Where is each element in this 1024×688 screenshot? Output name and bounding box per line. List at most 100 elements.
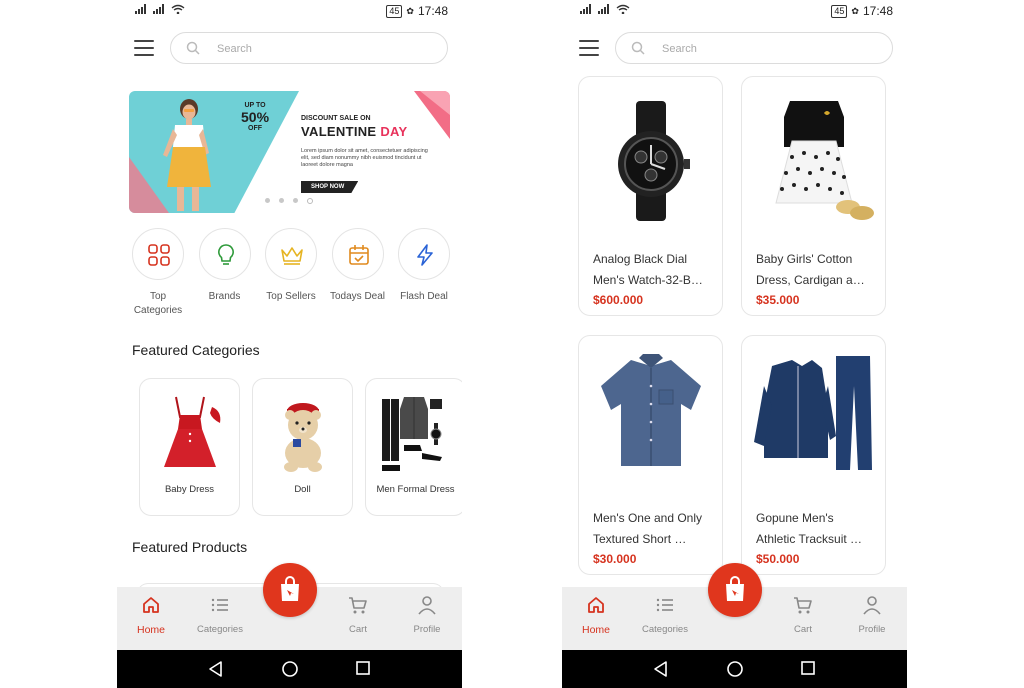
signal-icon <box>580 4 591 14</box>
search-icon <box>631 41 645 55</box>
home-icon <box>588 597 604 613</box>
nav-cart-label: Cart <box>349 624 367 635</box>
android-navigation-bar <box>562 650 907 688</box>
shop-fab-button[interactable] <box>263 563 317 617</box>
status-bar: 45 ✿ 17:48 <box>117 0 462 24</box>
shop-fab-button[interactable] <box>708 563 762 617</box>
search-input[interactable] <box>215 39 419 59</box>
search-input[interactable] <box>660 39 864 59</box>
recents-icon[interactable] <box>355 660 371 676</box>
quick-item-flash-deal[interactable]: Flash Deal <box>393 228 455 318</box>
status-time: 17:48 <box>417 4 448 18</box>
profile-icon <box>418 596 436 615</box>
nav-profile[interactable]: Profile <box>397 595 457 635</box>
featured-categories-list: Baby Dress Doll Men Formal Dress <box>139 378 462 516</box>
category-card-baby-dress[interactable]: Baby Dress <box>139 378 240 516</box>
home-circle-icon[interactable] <box>281 660 299 678</box>
carousel-dot[interactable] <box>293 198 298 203</box>
nav-cart-label: Cart <box>794 624 812 635</box>
formal-wear-image <box>382 397 442 471</box>
crown-icon <box>281 247 303 265</box>
signal-icon <box>135 4 146 14</box>
product-name: Analog Black Dial Men's Watch-32-B… <box>593 252 703 287</box>
baby-dress-image <box>164 396 221 467</box>
carousel-dot[interactable] <box>279 198 284 203</box>
quick-item-top-sellers[interactable]: Top Sellers <box>260 228 322 318</box>
shirt-image <box>601 354 701 466</box>
shopping-bag-icon <box>726 576 744 601</box>
tracksuit-image <box>754 356 872 470</box>
menu-button[interactable] <box>579 40 599 56</box>
nav-home[interactable]: Home <box>121 595 181 636</box>
leaf-icon: ✿ <box>851 5 859 16</box>
list-icon <box>211 598 228 612</box>
teddy-bear-image <box>284 403 322 472</box>
category-card-doll[interactable]: Doll <box>252 378 353 516</box>
nav-home[interactable]: Home <box>566 595 626 636</box>
recents-icon[interactable] <box>800 660 816 676</box>
list-icon <box>656 598 673 612</box>
cart-icon <box>794 597 812 614</box>
home-screen: 45 ✿ 17:48 UP TO 50% O <box>117 0 462 688</box>
battery-icon: 45 <box>831 4 848 18</box>
product-card[interactable]: Baby Girls' Cotton Dress, Cardigan a… $3… <box>741 76 886 316</box>
shop-now-button[interactable]: SHOP NOW <box>301 181 359 193</box>
quick-item-todays-deal[interactable]: Todays Deal <box>327 228 389 318</box>
shopping-bag-icon <box>281 576 299 601</box>
wifi-icon <box>171 4 185 14</box>
banner-heading: VALENTINE DAY <box>301 124 408 139</box>
category-card-men-formal-dress[interactable]: Men Formal Dress <box>365 378 462 516</box>
carousel-dot-active[interactable] <box>307 198 313 204</box>
back-icon[interactable] <box>207 660 223 678</box>
signal-icons <box>580 4 630 14</box>
nav-categories[interactable]: Categories <box>190 595 250 635</box>
product-name: Men's One and Only Textured Short … <box>593 511 703 546</box>
profile-icon <box>863 596 881 615</box>
cart-icon <box>349 597 367 614</box>
search-bar[interactable] <box>615 32 893 64</box>
banner-description: Lorem ipsum dolor sit amet, consectetuer… <box>301 148 428 168</box>
carousel-dot[interactable] <box>265 198 270 203</box>
status-right: 45 ✿ 17:48 <box>386 4 448 18</box>
quick-item-top-categories[interactable]: Top Categories <box>127 228 189 318</box>
signal-icon <box>153 4 164 14</box>
model-image <box>163 99 211 211</box>
product-card[interactable]: Analog Black Dial Men's Watch-32-B… $600… <box>578 76 723 316</box>
product-name: Baby Girls' Cotton Dress, Cardigan a… <box>756 252 865 287</box>
signal-icons <box>135 4 185 14</box>
product-price: $35.000 <box>756 293 800 307</box>
quick-label: Todays Deal <box>329 291 386 302</box>
quick-item-brands[interactable]: Brands <box>194 228 256 318</box>
category-label: Doll <box>294 484 311 495</box>
nav-cart[interactable]: Cart <box>773 595 833 635</box>
lightbulb-icon <box>217 244 234 265</box>
nav-cart[interactable]: Cart <box>328 595 388 635</box>
nav-home-label: Home <box>581 624 610 636</box>
grid-icon <box>148 244 170 266</box>
nav-categories-label: Categories <box>642 624 688 635</box>
calendar-check-icon <box>348 245 369 265</box>
status-time: 17:48 <box>862 4 893 18</box>
search-bar[interactable] <box>170 32 448 64</box>
menu-button[interactable] <box>134 40 154 56</box>
quick-categories: Top Categories Brands Top Sellers Todays… <box>127 228 455 318</box>
nav-profile[interactable]: Profile <box>842 595 902 635</box>
product-card[interactable]: Men's One and Only Textured Short … $30.… <box>578 335 723 575</box>
nav-categories[interactable]: Categories <box>635 595 695 635</box>
baby-girl-dress-image <box>775 101 874 220</box>
carousel-dots <box>265 198 313 204</box>
home-circle-icon[interactable] <box>726 660 744 678</box>
featured-products-title: Featured Products <box>132 539 248 555</box>
back-icon[interactable] <box>652 660 668 678</box>
watch-image <box>618 101 690 221</box>
status-right: 45 ✿ 17:48 <box>831 4 893 18</box>
product-card[interactable]: Gopune Men's Athletic Tracksuit … $50.00… <box>741 335 886 575</box>
signal-icon <box>598 4 609 14</box>
battery-icon: 45 <box>386 4 403 18</box>
nav-profile-label: Profile <box>413 624 441 635</box>
quick-label: Top Sellers <box>266 291 316 302</box>
wifi-icon <box>616 4 630 14</box>
leaf-icon: ✿ <box>406 5 414 16</box>
promo-banner[interactable]: UP TO 50% OFF DISCOUNT SALE ON VALENTINE… <box>129 91 450 213</box>
search-icon <box>186 41 200 55</box>
